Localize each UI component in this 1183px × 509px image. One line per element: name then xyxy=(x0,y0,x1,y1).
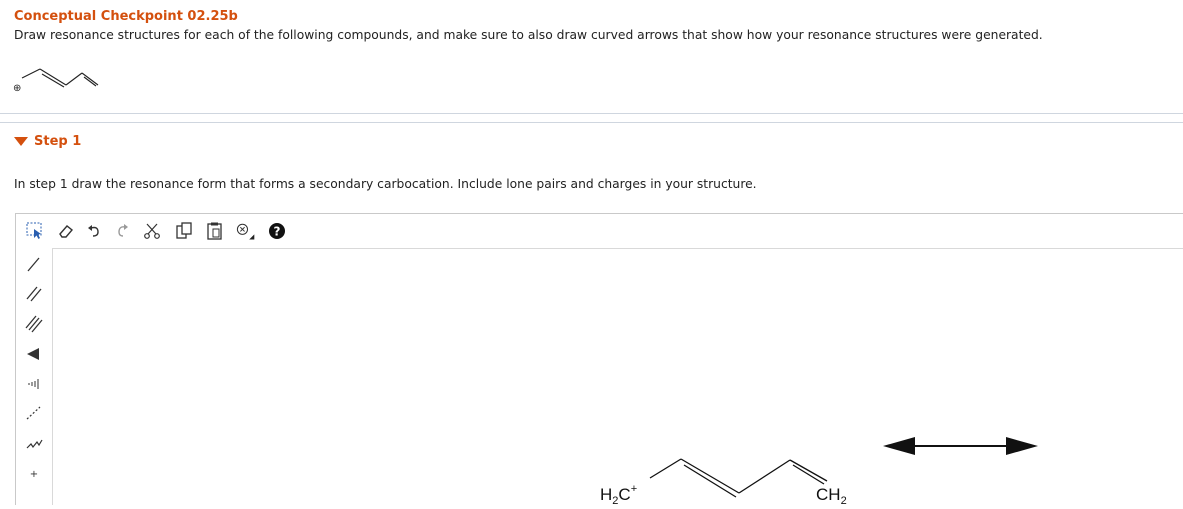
clear-icon[interactable] xyxy=(234,220,256,242)
left-group-label: H2C+ xyxy=(600,483,637,505)
svg-text:+: + xyxy=(30,469,38,480)
resonance-double-arrow xyxy=(883,437,1038,455)
editor-sidebar: + xyxy=(16,248,53,505)
wedge-bond-icon[interactable] xyxy=(23,342,45,364)
step-panel: Step 1 In step 1 draw the resonance form… xyxy=(0,122,1183,507)
triple-bond-icon[interactable] xyxy=(23,312,45,334)
redo-icon[interactable] xyxy=(111,220,133,242)
chain-icon[interactable] xyxy=(23,432,45,454)
step-instruction: In step 1 draw the resonance form that f… xyxy=(14,177,757,191)
copy-icon[interactable] xyxy=(173,220,195,242)
right-group-label: CH2 xyxy=(816,485,847,505)
question-molecule: ⊕ xyxy=(10,60,110,104)
single-bond-icon[interactable] xyxy=(23,253,45,275)
caret-down-icon[interactable] xyxy=(14,137,28,146)
cut-icon[interactable] xyxy=(141,220,163,242)
editor-toolbar: ? xyxy=(16,214,1183,249)
undo-icon[interactable] xyxy=(84,220,106,242)
selection-icon[interactable] xyxy=(24,220,46,242)
drawing-canvas[interactable]: H2C+ CH2 xyxy=(53,249,1183,507)
molecule-charge: ⊕ xyxy=(13,83,21,94)
svg-text:?: ? xyxy=(274,225,281,239)
chem-editor: ? + H2C+ CH2 xyxy=(15,213,1183,507)
paste-icon[interactable] xyxy=(204,220,226,242)
step-label: Step 1 xyxy=(34,134,82,149)
help-icon[interactable]: ? xyxy=(266,220,288,242)
molecule-structure: H2C+ CH2 xyxy=(600,458,847,507)
eraser-icon[interactable] xyxy=(55,220,77,242)
question-panel: Conceptual Checkpoint 02.25b Draw resona… xyxy=(0,0,1183,114)
question-title: Conceptual Checkpoint 02.25b xyxy=(14,9,238,24)
hash-bond-icon[interactable] xyxy=(23,372,45,394)
question-instruction: Draw resonance structures for each of th… xyxy=(14,28,1043,42)
dashed-bond-icon[interactable] xyxy=(23,402,45,424)
step-header[interactable]: Step 1 xyxy=(14,134,81,149)
charge-icon[interactable]: + xyxy=(23,462,45,484)
double-bond-icon[interactable] xyxy=(23,282,45,304)
